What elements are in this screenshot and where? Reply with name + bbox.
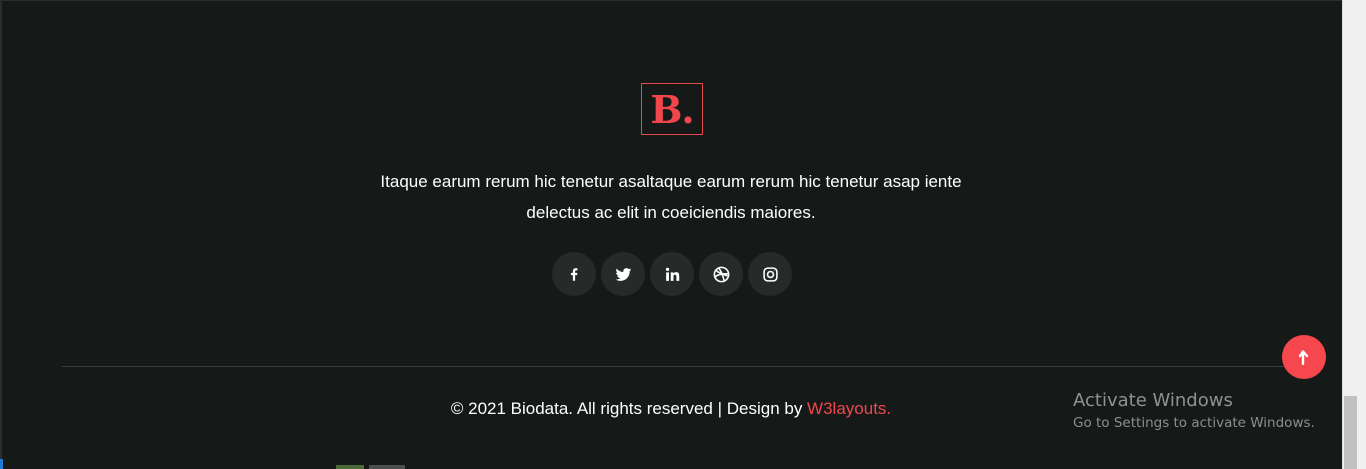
scrollbar-thumb[interactable] — [1344, 396, 1357, 469]
arrow-up-icon — [1298, 350, 1309, 365]
w3layouts-link[interactable]: W3layouts. — [807, 399, 891, 418]
window-top-edge — [0, 0, 1342, 1]
footer-section: B. Itaque earum rerum hic tenetur asalta… — [0, 0, 1342, 469]
social-links — [552, 252, 792, 296]
instagram-button[interactable] — [748, 252, 792, 296]
taskbar-fragment — [336, 465, 364, 469]
dribbble-button[interactable] — [699, 252, 743, 296]
brand-logo-text: B. — [650, 86, 694, 132]
dribbble-icon — [713, 266, 729, 282]
watermark-subtitle: Go to Settings to activate Windows. — [1073, 415, 1315, 431]
taskbar-fragment — [369, 465, 405, 469]
copyright-text: © 2021 Biodata. All rights reserved | De… — [346, 397, 996, 421]
linkedin-icon — [665, 267, 679, 281]
watermark-title: Activate Windows — [1073, 390, 1233, 411]
tagline-line-1: Itaque earum rerum hic tenetur asaltaque… — [380, 172, 962, 191]
twitter-icon — [614, 267, 631, 281]
back-to-top-button[interactable] — [1282, 335, 1326, 379]
linkedin-button[interactable] — [650, 252, 694, 296]
facebook-icon — [570, 268, 578, 281]
footer-tagline: Itaque earum rerum hic tenetur asaltaque… — [346, 166, 996, 228]
activate-windows-watermark: Activate Windows Go to Settings to activ… — [1073, 389, 1315, 433]
copyright-prefix: © 2021 Biodata. All rights reserved | De… — [450, 399, 808, 418]
window-left-edge — [0, 0, 2, 469]
instagram-icon — [762, 266, 778, 282]
page: B. Itaque earum rerum hic tenetur asalta… — [0, 0, 1366, 469]
facebook-button[interactable] — [552, 252, 596, 296]
tagline-line-2: delectus ac elit in coeiciendis maiores. — [526, 203, 816, 222]
taskbar-edge — [0, 459, 3, 469]
footer-divider — [62, 366, 1298, 367]
twitter-button[interactable] — [601, 252, 645, 296]
brand-logo[interactable]: B. — [641, 83, 703, 135]
